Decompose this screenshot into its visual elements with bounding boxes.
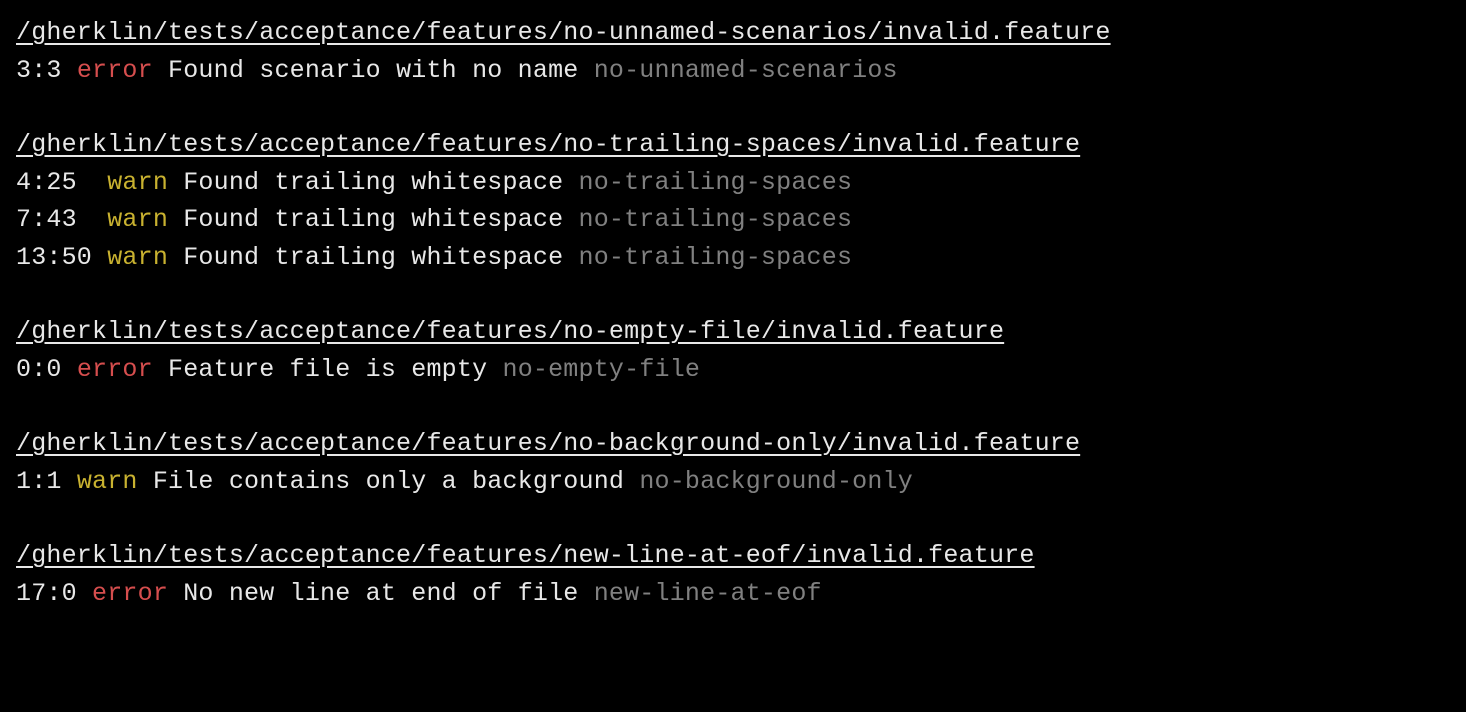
issue-message: Found scenario with no name (168, 56, 578, 85)
file-path: /gherklin/tests/acceptance/features/no-e… (16, 313, 1450, 351)
issue-message: No new line at end of file (183, 579, 578, 608)
line-column: 4:25 (16, 168, 92, 197)
issue-message: Found trailing whitespace (183, 168, 563, 197)
lint-group: /gherklin/tests/acceptance/features/no-b… (16, 425, 1450, 500)
rule-name: no-trailing-spaces (579, 205, 853, 234)
file-path-text: /gherklin/tests/acceptance/features/no-u… (16, 18, 1111, 47)
file-path-text: /gherklin/tests/acceptance/features/no-e… (16, 317, 1004, 346)
lint-group: /gherklin/tests/acceptance/features/no-e… (16, 313, 1450, 388)
rule-name: no-trailing-spaces (579, 243, 853, 272)
issue-message: Found trailing whitespace (183, 243, 563, 272)
lint-issue: 4:25 warn Found trailing whitespace no-t… (16, 164, 1450, 202)
issue-message: File contains only a background (153, 467, 624, 496)
file-path: /gherklin/tests/acceptance/features/no-t… (16, 126, 1450, 164)
lint-group: /gherklin/tests/acceptance/features/no-u… (16, 14, 1450, 89)
line-column: 13:50 (16, 243, 92, 272)
file-path-text: /gherklin/tests/acceptance/features/new-… (16, 541, 1035, 570)
line-column: 7:43 (16, 205, 92, 234)
line-column: 3:3 (16, 56, 62, 85)
severity: error (77, 56, 153, 85)
lint-issue: 17:0 error No new line at end of file ne… (16, 575, 1450, 613)
severity: warn (77, 467, 138, 496)
line-column: 1:1 (16, 467, 62, 496)
lint-group: /gherklin/tests/acceptance/features/no-t… (16, 126, 1450, 276)
line-column: 17:0 (16, 579, 77, 608)
lint-issue: 1:1 warn File contains only a background… (16, 463, 1450, 501)
severity: error (77, 355, 153, 384)
file-path: /gherklin/tests/acceptance/features/new-… (16, 537, 1450, 575)
rule-name: no-empty-file (503, 355, 701, 384)
issue-message: Found trailing whitespace (183, 205, 563, 234)
lint-issue: 7:43 warn Found trailing whitespace no-t… (16, 201, 1450, 239)
rule-name: no-trailing-spaces (579, 168, 853, 197)
lint-issue: 0:0 error Feature file is empty no-empty… (16, 351, 1450, 389)
terminal-output: /gherklin/tests/acceptance/features/no-u… (16, 14, 1450, 612)
rule-name: no-background-only (639, 467, 913, 496)
lint-issue: 3:3 error Found scenario with no name no… (16, 52, 1450, 90)
file-path: /gherklin/tests/acceptance/features/no-u… (16, 14, 1450, 52)
lint-group: /gherklin/tests/acceptance/features/new-… (16, 537, 1450, 612)
severity: error (92, 579, 168, 608)
file-path-text: /gherklin/tests/acceptance/features/no-t… (16, 130, 1080, 159)
rule-name: no-unnamed-scenarios (594, 56, 898, 85)
line-column: 0:0 (16, 355, 62, 384)
severity: warn (107, 168, 168, 197)
severity: warn (107, 205, 168, 234)
file-path: /gherklin/tests/acceptance/features/no-b… (16, 425, 1450, 463)
file-path-text: /gherklin/tests/acceptance/features/no-b… (16, 429, 1080, 458)
severity: warn (107, 243, 168, 272)
issue-message: Feature file is empty (168, 355, 487, 384)
rule-name: new-line-at-eof (594, 579, 822, 608)
lint-issue: 13:50 warn Found trailing whitespace no-… (16, 239, 1450, 277)
